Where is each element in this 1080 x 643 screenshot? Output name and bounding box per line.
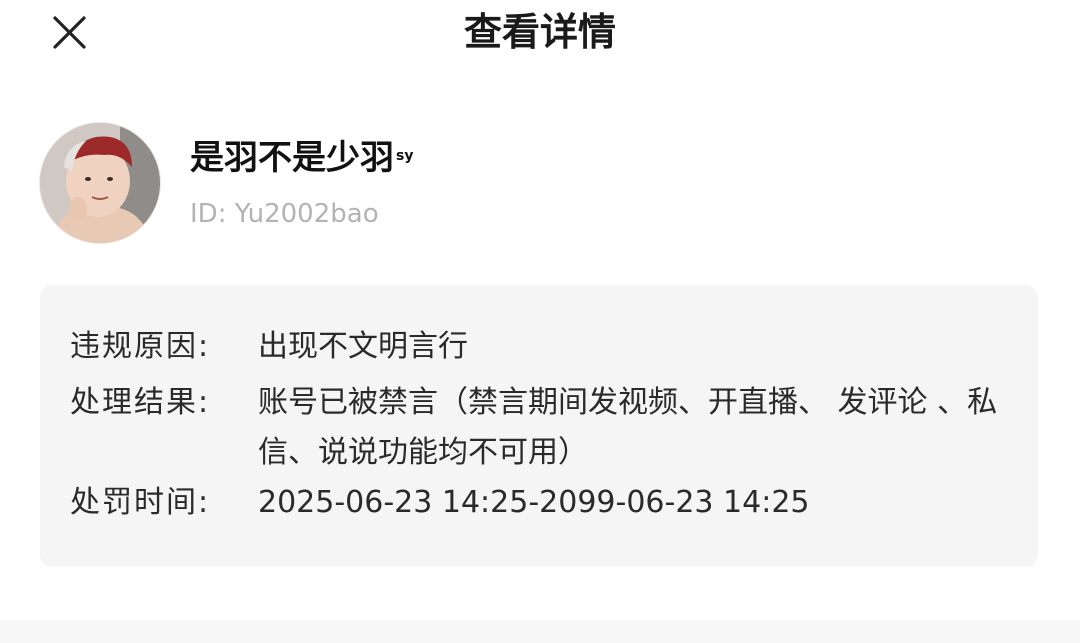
violation-details-card: 违规原因: 出现不文明言行 处理结果: 账号已被禁言（禁言期间发视频、开直播、 …: [40, 285, 1038, 567]
reason-label: 违规原因:: [70, 329, 211, 364]
result-label: 处理结果:: [70, 385, 211, 420]
reason-value: 出现不文明言行: [258, 329, 468, 364]
header-bar: 查看详情: [0, 0, 1080, 70]
avatar-image: [40, 123, 160, 243]
user-name: 是羽不是少羽 sy: [190, 136, 413, 180]
user-id: ID: Yu2002bao: [190, 199, 379, 229]
bottom-divider: [0, 620, 1080, 643]
result-value: 账号已被禁言（禁言期间发视频、开直播、 发评论 、私信、说说功能均不可用）: [258, 385, 998, 470]
user-name-text: 是羽不是少羽: [190, 138, 394, 178]
avatar[interactable]: [40, 123, 160, 243]
user-name-suffix: sy: [396, 148, 414, 164]
page-title: 查看详情: [463, 10, 616, 54]
time-label: 处罚时间:: [70, 485, 211, 520]
time-value: 2025-06-23 14:25-2099-06-23 14:25: [258, 485, 810, 520]
user-profile: 是羽不是少羽 sy ID: Yu2002bao: [40, 123, 1040, 245]
